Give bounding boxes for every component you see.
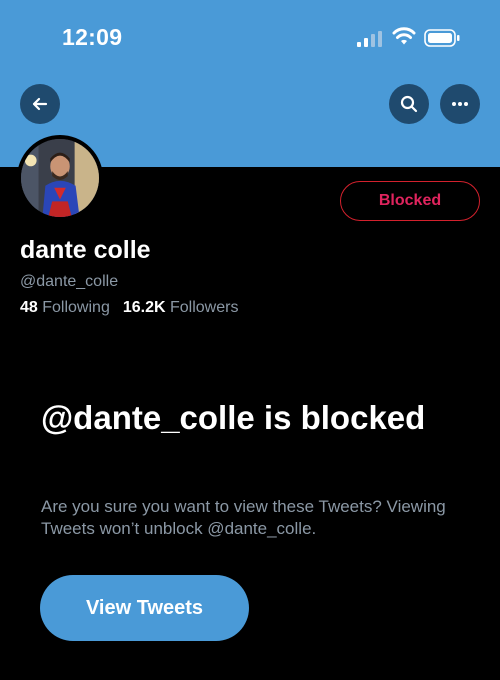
avatar-photo (21, 139, 99, 217)
battery-icon (424, 29, 460, 47)
search-icon (400, 95, 418, 113)
following-count: 48 (20, 299, 38, 316)
profile-display-name: dante colle (20, 236, 151, 264)
arrow-left-icon (32, 97, 48, 111)
status-time: 12:09 (62, 24, 123, 50)
more-button[interactable] (440, 84, 480, 124)
avatar[interactable] (17, 135, 103, 221)
blocked-notice-title: @dante_colle is blocked (41, 399, 426, 436)
back-button[interactable] (20, 84, 60, 124)
blocked-button[interactable]: Blocked (340, 181, 480, 221)
more-horizontal-icon (452, 102, 468, 106)
followers-count: 16.2K (122, 299, 166, 316)
following-label: Following (42, 299, 110, 316)
follow-stats: 48 Following 16.2K Followers (20, 299, 251, 317)
followers-link[interactable]: 16.2K Followers (123, 299, 239, 316)
following-link[interactable]: 48 Following (20, 299, 110, 316)
signal-icon (357, 31, 382, 47)
blocked-notice-description: Are you sure you want to view these Twee… (41, 497, 446, 538)
view-tweets-button[interactable]: View Tweets (40, 575, 249, 641)
profile-handle: @dante_colle (20, 273, 119, 290)
search-button[interactable] (389, 84, 429, 124)
status-bar: 12:09 (0, 0, 500, 75)
wifi-icon (392, 27, 416, 45)
followers-label: Followers (170, 299, 239, 316)
